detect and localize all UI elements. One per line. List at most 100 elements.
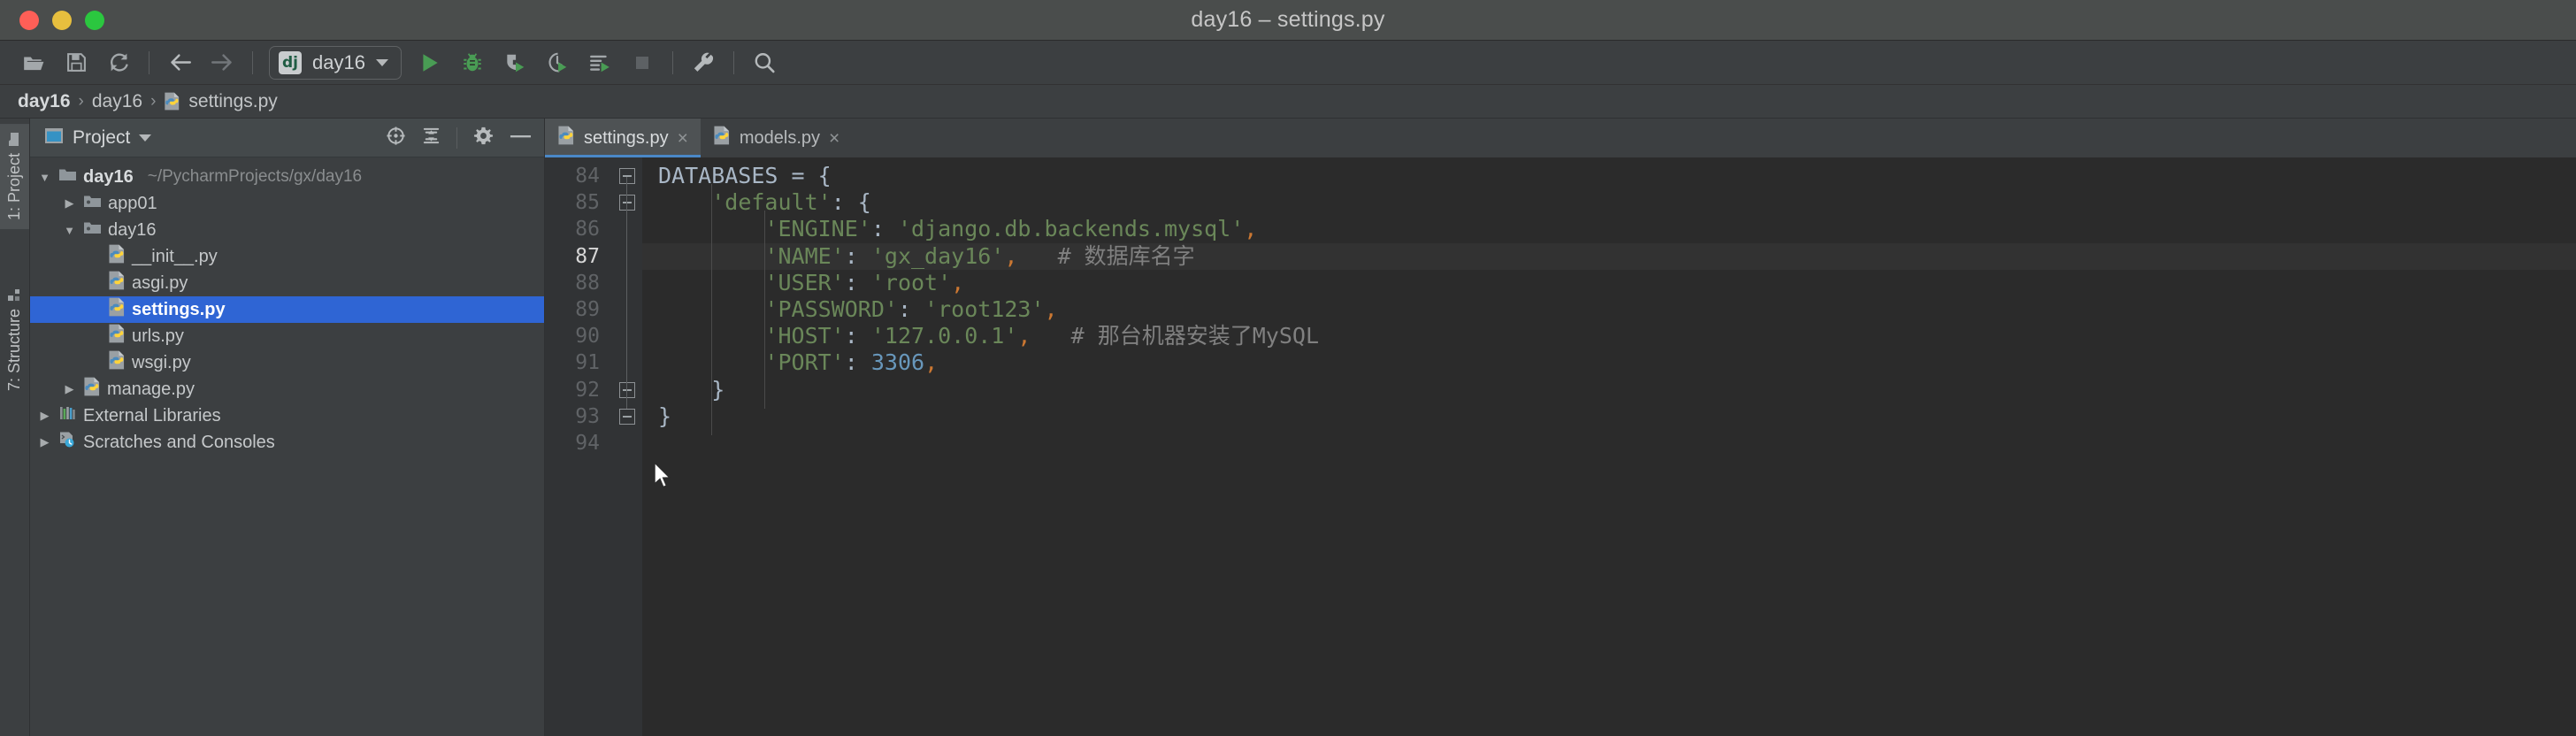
code-viewport[interactable]: 84 85 86 87 88 89 90 91 92 93 94 DATABASES = { 'de… bbox=[545, 157, 2576, 736]
tree-node-label: settings.py bbox=[132, 299, 226, 319]
fold-slot[interactable] bbox=[612, 349, 642, 376]
code-token-punc: : bbox=[844, 323, 871, 349]
code-line[interactable] bbox=[642, 430, 2576, 456]
chevron-expanded-icon[interactable]: ▼ bbox=[62, 224, 77, 237]
gear-icon[interactable] bbox=[473, 126, 494, 150]
project-window-icon bbox=[44, 127, 64, 149]
line-number-gutter[interactable]: 84 85 86 87 88 89 90 91 92 93 94 bbox=[545, 157, 612, 736]
run-configuration-selector[interactable]: dj day16 bbox=[269, 45, 402, 80]
fold-collapse-icon[interactable] bbox=[619, 381, 635, 398]
code-line[interactable]: } bbox=[642, 403, 2576, 430]
line-number[interactable]: 88 bbox=[545, 270, 612, 296]
tree-node-scratches-and-consoles[interactable]: ▶ Scratches and Consoles bbox=[30, 429, 544, 456]
search-everywhere-button[interactable] bbox=[743, 42, 786, 83]
line-number[interactable]: 89 bbox=[545, 296, 612, 323]
breadcrumb-item-file[interactable]: settings.py bbox=[188, 91, 277, 112]
fold-collapse-icon[interactable] bbox=[619, 408, 635, 425]
code-line[interactable]: 'USER': 'root', bbox=[642, 270, 2576, 296]
settings-button[interactable] bbox=[682, 42, 724, 83]
close-icon[interactable]: × bbox=[678, 129, 688, 148]
line-number[interactable]: 85 bbox=[545, 189, 612, 216]
run-with-coverage-button[interactable] bbox=[494, 42, 536, 83]
tree-node-external-libraries[interactable]: ▶ External Libraries bbox=[30, 402, 544, 429]
tree-node-manage-py[interactable]: ▶ manage.py bbox=[30, 376, 544, 402]
code-line[interactable]: DATABASES = { bbox=[642, 163, 2576, 189]
fold-slot[interactable] bbox=[612, 216, 642, 242]
code-token-punc: : bbox=[844, 269, 871, 295]
stop-button[interactable] bbox=[621, 42, 663, 83]
run-button[interactable] bbox=[409, 42, 451, 83]
line-number[interactable]: 90 bbox=[545, 323, 612, 349]
tree-node-app01[interactable]: ▶ app01 bbox=[30, 190, 544, 217]
line-number[interactable]: 87 bbox=[545, 243, 612, 270]
sidebar-item-structure[interactable]: 7: Structure bbox=[0, 279, 29, 400]
window-title-bar: day16 – settings.py bbox=[0, 0, 2576, 41]
code-text[interactable]: DATABASES = { 'default': { 'ENGINE': 'dj… bbox=[642, 157, 2576, 736]
line-number[interactable]: 86 bbox=[545, 216, 612, 242]
fold-slot[interactable] bbox=[612, 323, 642, 349]
tree-node-day16-root[interactable]: ▼ day16 ~/PycharmProjects/gx/day16 bbox=[30, 164, 544, 190]
breadcrumb-item-project[interactable]: day16 bbox=[18, 91, 71, 112]
open-folder-button[interactable] bbox=[12, 42, 55, 83]
code-line[interactable]: 'ENGINE': 'django.db.backends.mysql', bbox=[642, 216, 2576, 242]
close-icon[interactable]: × bbox=[829, 129, 840, 148]
code-line[interactable]: 'NAME': 'gx_day16', # 数据库名字 bbox=[642, 242, 2576, 270]
folder-open-icon bbox=[24, 57, 44, 70]
target-icon[interactable] bbox=[386, 126, 406, 150]
tree-node-label: manage.py bbox=[107, 379, 195, 399]
chevron-down-icon[interactable] bbox=[139, 134, 152, 142]
tree-node-asgi-py[interactable]: asgi.py bbox=[30, 270, 544, 296]
breadcrumb-item-package[interactable]: day16 bbox=[92, 91, 142, 112]
code-token-str: 'PORT' bbox=[764, 349, 845, 376]
fold-slot[interactable] bbox=[612, 163, 642, 189]
chevron-collapsed-icon[interactable]: ▶ bbox=[62, 382, 77, 396]
fold-collapse-icon[interactable] bbox=[619, 195, 635, 211]
line-number[interactable]: 92 bbox=[545, 377, 612, 403]
code-folding-gutter[interactable] bbox=[612, 157, 642, 736]
code-token-punc: = bbox=[778, 163, 818, 188]
chevron-expanded-icon[interactable]: ▼ bbox=[37, 171, 52, 184]
line-number[interactable]: 93 bbox=[545, 403, 612, 430]
fold-slot[interactable] bbox=[612, 403, 642, 430]
fold-slot[interactable] bbox=[612, 189, 642, 216]
line-number[interactable]: 84 bbox=[545, 163, 612, 189]
chevron-collapsed-icon[interactable]: ▶ bbox=[62, 196, 77, 211]
chevron-collapsed-icon[interactable]: ▶ bbox=[37, 435, 52, 449]
tree-node-day16-package[interactable]: ▼ day16 bbox=[30, 217, 544, 243]
minus-icon[interactable] bbox=[510, 130, 532, 146]
code-line[interactable]: 'PORT': 3306, bbox=[642, 349, 2576, 376]
synchronize-button[interactable] bbox=[97, 42, 140, 83]
chevron-collapsed-icon[interactable]: ▶ bbox=[37, 409, 52, 423]
sidebar-item-project[interactable]: 1: Project bbox=[0, 124, 29, 230]
navigate-forward-button[interactable] bbox=[201, 42, 243, 83]
tree-node-wsgi-py[interactable]: wsgi.py bbox=[30, 349, 544, 376]
rail-label-project: 1: Project bbox=[5, 153, 23, 221]
code-line[interactable]: 'default': { bbox=[642, 189, 2576, 216]
fold-collapse-icon[interactable] bbox=[619, 168, 635, 184]
fold-slot[interactable] bbox=[612, 270, 642, 296]
code-token-comma: , bbox=[1017, 323, 1031, 349]
collapse-all-icon[interactable] bbox=[422, 126, 441, 150]
fold-slot[interactable] bbox=[612, 430, 642, 456]
module-folder-icon bbox=[83, 194, 102, 214]
profile-button[interactable] bbox=[536, 42, 579, 83]
tree-node-init-py[interactable]: __init__.py bbox=[30, 243, 544, 270]
search-icon bbox=[755, 52, 775, 73]
fold-slot[interactable] bbox=[612, 296, 642, 323]
navigate-back-button[interactable] bbox=[158, 42, 201, 83]
save-all-button[interactable] bbox=[55, 42, 97, 83]
tab-settings-py[interactable]: settings.py × bbox=[545, 119, 701, 157]
tree-node-urls-py[interactable]: urls.py bbox=[30, 323, 544, 349]
fold-slot[interactable] bbox=[612, 243, 642, 270]
line-number[interactable]: 94 bbox=[545, 430, 612, 456]
tab-models-py[interactable]: models.py × bbox=[701, 119, 852, 157]
fold-slot[interactable] bbox=[612, 377, 642, 403]
code-line[interactable]: 'HOST': '127.0.0.1', # 那台机器安装了MySQL bbox=[642, 323, 2576, 349]
debug-button[interactable] bbox=[451, 42, 494, 83]
code-token-str: 'root' bbox=[870, 269, 952, 295]
code-line[interactable]: 'PASSWORD': 'root123', bbox=[642, 296, 2576, 323]
run-with-console-button[interactable] bbox=[579, 42, 621, 83]
code-line[interactable]: } bbox=[642, 377, 2576, 403]
line-number[interactable]: 91 bbox=[545, 349, 612, 376]
tree-node-settings-py[interactable]: settings.py bbox=[30, 296, 544, 323]
